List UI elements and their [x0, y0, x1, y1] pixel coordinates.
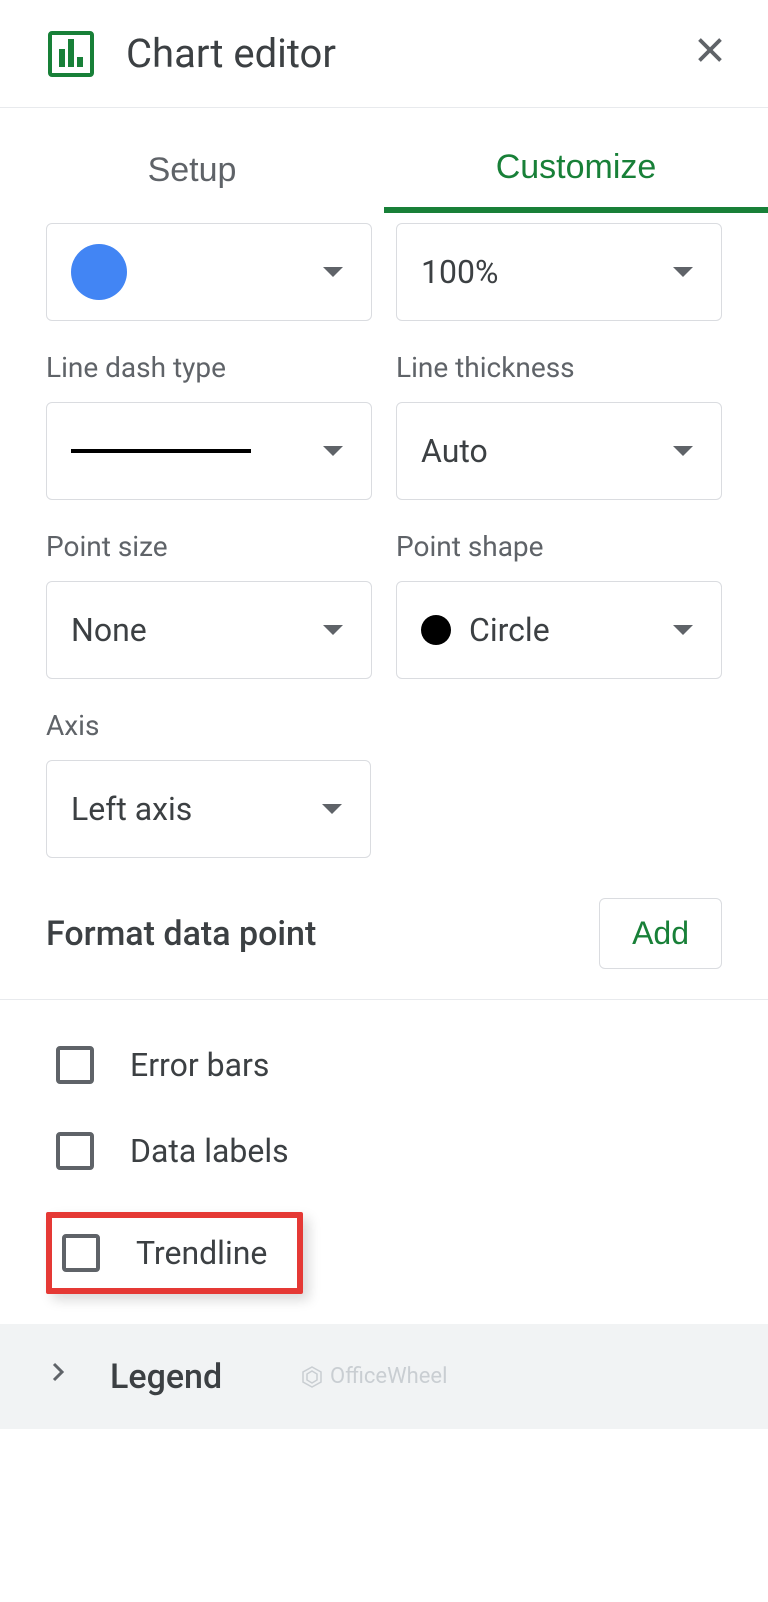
opacity-select[interactable]: 100%: [396, 223, 722, 321]
watermark-icon: [300, 1365, 324, 1389]
line-thickness-label: Line thickness: [396, 351, 722, 384]
circle-shape-icon: [421, 615, 451, 645]
opacity-value: 100%: [421, 253, 498, 291]
data-labels-row[interactable]: Data labels: [46, 1126, 722, 1176]
chart-icon: [48, 31, 94, 77]
point-size-select[interactable]: None: [46, 581, 372, 679]
data-labels-checkbox[interactable]: [56, 1132, 94, 1170]
chevron-down-icon: [673, 446, 693, 456]
color-swatch-icon: [71, 244, 127, 300]
chevron-down-icon: [323, 625, 343, 635]
close-button[interactable]: [692, 32, 728, 75]
line-thickness-value: Auto: [421, 432, 488, 470]
point-size-value: None: [71, 611, 147, 649]
axis-select[interactable]: Left axis: [46, 760, 371, 858]
legend-label: Legend: [110, 1357, 222, 1397]
add-button[interactable]: Add: [599, 898, 722, 969]
axis-value: Left axis: [71, 790, 192, 828]
trendline-label: Trendline: [136, 1234, 267, 1272]
close-icon: [692, 32, 728, 68]
tab-customize[interactable]: Customize: [384, 128, 768, 213]
trendline-checkbox[interactable]: [62, 1234, 100, 1272]
legend-section[interactable]: Legend OfficeWheel: [0, 1324, 768, 1429]
point-shape-select[interactable]: Circle: [396, 581, 722, 679]
solid-line-icon: [71, 449, 251, 453]
chevron-down-icon: [673, 625, 693, 635]
axis-label: Axis: [46, 709, 371, 742]
panel-title: Chart editor: [126, 30, 692, 77]
chevron-down-icon: [323, 267, 343, 277]
point-shape-label: Point shape: [396, 530, 722, 563]
chevron-down-icon: [673, 267, 693, 277]
format-data-point-label: Format data point: [46, 914, 316, 954]
tabs: Setup Customize: [0, 108, 768, 213]
chevron-down-icon: [323, 446, 343, 456]
line-dash-type-label: Line dash type: [46, 351, 372, 384]
watermark: OfficeWheel: [300, 1364, 447, 1389]
color-select[interactable]: [46, 223, 372, 321]
error-bars-label: Error bars: [130, 1046, 269, 1084]
error-bars-row[interactable]: Error bars: [46, 1040, 722, 1090]
line-thickness-select[interactable]: Auto: [396, 402, 722, 500]
chart-editor-header: Chart editor: [0, 0, 768, 108]
point-size-label: Point size: [46, 530, 372, 563]
chevron-right-icon: [46, 1354, 70, 1399]
line-dash-type-select[interactable]: [46, 402, 372, 500]
point-shape-value: Circle: [469, 611, 550, 649]
tab-setup[interactable]: Setup: [0, 128, 384, 213]
error-bars-checkbox[interactable]: [56, 1046, 94, 1084]
trendline-highlight: Trendline: [46, 1212, 303, 1294]
chevron-down-icon: [322, 804, 342, 814]
data-labels-label: Data labels: [130, 1132, 289, 1170]
divider: [0, 999, 768, 1000]
